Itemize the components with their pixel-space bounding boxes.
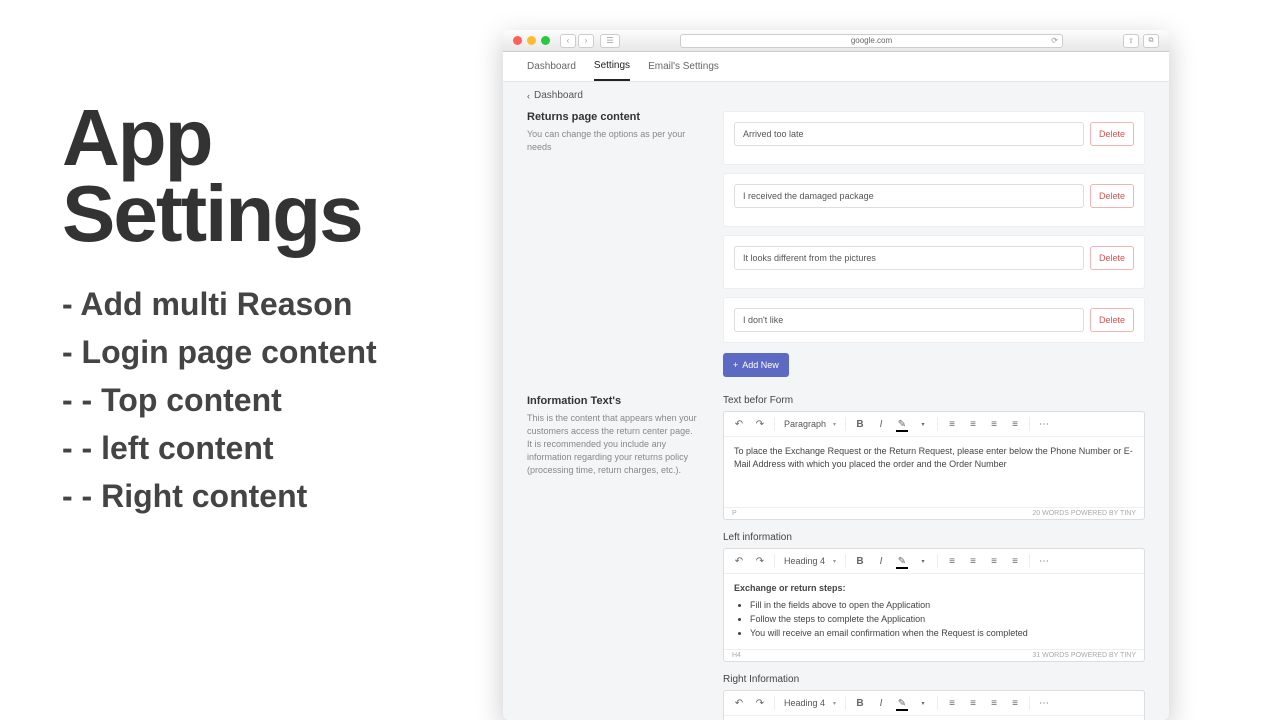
align-left-icon[interactable]: ≡ (943, 552, 961, 570)
chevron-down-icon[interactable]: ▾ (914, 415, 932, 433)
page-title: App Settings (62, 100, 482, 252)
undo-icon[interactable]: ↶ (730, 694, 748, 712)
back-button[interactable]: ‹ (560, 34, 576, 48)
rich-text-editor-right: ↶ ↷ Heading 4▾ B I ✎ ▾ ≡ ≡ ≡ (723, 690, 1145, 720)
bold-icon[interactable]: B (851, 694, 869, 712)
delete-button[interactable]: Delete (1090, 184, 1134, 208)
align-center-icon[interactable]: ≡ (964, 415, 982, 433)
tabs-bar: Dashboard Settings Email's Settings (503, 52, 1169, 82)
italic-icon[interactable]: I (872, 415, 890, 433)
more-icon[interactable]: ⋯ (1035, 552, 1053, 570)
align-left-icon[interactable]: ≡ (943, 694, 961, 712)
align-center-icon[interactable]: ≡ (964, 694, 982, 712)
rich-text-editor-left: ↶ ↷ Heading 4▾ B I ✎ ▾ ≡ ≡ ≡ (723, 548, 1145, 662)
align-justify-icon[interactable]: ≡ (1006, 552, 1024, 570)
italic-icon[interactable]: I (872, 694, 890, 712)
reason-input[interactable] (734, 308, 1084, 332)
bold-icon[interactable]: B (851, 552, 869, 570)
feature-item: - - left content (62, 424, 482, 472)
editor-content[interactable]: Is there a cost for exchange or return? … (724, 716, 1144, 720)
chevron-down-icon[interactable]: ▾ (914, 552, 932, 570)
breadcrumb[interactable]: ‹ Dashboard (503, 82, 1169, 109)
feature-item: - - Top content (62, 376, 482, 424)
align-right-icon[interactable]: ≡ (985, 415, 1003, 433)
plus-icon: + (733, 360, 738, 370)
feature-item: - - Right content (62, 472, 482, 520)
reason-input[interactable] (734, 122, 1084, 146)
bold-icon[interactable]: B (851, 415, 869, 433)
delete-button[interactable]: Delete (1090, 308, 1134, 332)
refresh-icon[interactable]: ⟳ (1051, 36, 1058, 45)
editor-content[interactable]: Exchange or return steps: Fill in the fi… (724, 574, 1144, 649)
share-icon[interactable]: ⇧ (1123, 34, 1139, 48)
delete-button[interactable]: Delete (1090, 246, 1134, 270)
undo-icon[interactable]: ↶ (730, 552, 748, 570)
feature-item: - Add multi Reason (62, 280, 482, 328)
section-title-returns: Returns page content (527, 111, 697, 123)
text-color-icon[interactable]: ✎ (893, 552, 911, 570)
url-bar[interactable]: google.com ⟳ (680, 34, 1063, 48)
rich-text-editor-top: ↶ ↷ Paragraph▾ B I ✎ ▾ ≡ ≡ ≡ (723, 411, 1145, 520)
more-icon[interactable]: ⋯ (1035, 415, 1053, 433)
editor-label-top: Text befor Form (723, 395, 1145, 406)
redo-icon[interactable]: ↷ (751, 694, 769, 712)
tabs-icon[interactable]: ⧉ (1143, 34, 1159, 48)
chevron-down-icon[interactable]: ▾ (914, 694, 932, 712)
minimize-icon[interactable] (527, 36, 536, 45)
feature-list: - Add multi Reason - Login page content … (62, 280, 482, 520)
italic-icon[interactable]: I (872, 552, 890, 570)
delete-button[interactable]: Delete (1090, 122, 1134, 146)
align-justify-icon[interactable]: ≡ (1006, 694, 1024, 712)
format-select[interactable]: Heading 4▾ (780, 696, 840, 710)
align-right-icon[interactable]: ≡ (985, 552, 1003, 570)
more-icon[interactable]: ⋯ (1035, 694, 1053, 712)
add-new-button[interactable]: + Add New (723, 353, 789, 377)
tab-emails-settings[interactable]: Email's Settings (648, 53, 719, 80)
section-desc-info: This is the content that appears when yo… (527, 412, 697, 477)
editor-label-right: Right Information (723, 674, 1145, 685)
editor-label-left: Left information (723, 532, 1145, 543)
format-select[interactable]: Paragraph▾ (780, 417, 840, 431)
redo-icon[interactable]: ↷ (751, 415, 769, 433)
forward-button[interactable]: › (578, 34, 594, 48)
editor-content[interactable]: To place the Exchange Request or the Ret… (724, 437, 1144, 507)
traffic-lights (513, 36, 550, 45)
browser-chrome: ‹ › ☰ google.com ⟳ ⇧ ⧉ (503, 30, 1169, 52)
chevron-left-icon: ‹ (527, 91, 530, 101)
browser-window: ‹ › ☰ google.com ⟳ ⇧ ⧉ Dashboard Setting… (503, 30, 1169, 720)
tab-dashboard[interactable]: Dashboard (527, 53, 576, 80)
align-justify-icon[interactable]: ≡ (1006, 415, 1024, 433)
text-color-icon[interactable]: ✎ (893, 694, 911, 712)
redo-icon[interactable]: ↷ (751, 552, 769, 570)
undo-icon[interactable]: ↶ (730, 415, 748, 433)
text-color-icon[interactable]: ✎ (893, 415, 911, 433)
maximize-icon[interactable] (541, 36, 550, 45)
tab-settings[interactable]: Settings (594, 52, 630, 81)
feature-item: - Login page content (62, 328, 482, 376)
align-center-icon[interactable]: ≡ (964, 552, 982, 570)
reason-input[interactable] (734, 184, 1084, 208)
reason-input[interactable] (734, 246, 1084, 270)
section-desc-returns: You can change the options as per your n… (527, 128, 697, 154)
align-right-icon[interactable]: ≡ (985, 694, 1003, 712)
align-left-icon[interactable]: ≡ (943, 415, 961, 433)
close-icon[interactable] (513, 36, 522, 45)
sidebar-toggle[interactable]: ☰ (600, 34, 620, 48)
status-words: 20 WORDS POWERED BY TINY (1032, 510, 1136, 517)
section-title-info: Information Text's (527, 395, 697, 407)
status-path: H4 (732, 652, 741, 659)
status-words: 31 WORDS POWERED BY TINY (1032, 652, 1136, 659)
status-path: P (732, 510, 737, 517)
format-select[interactable]: Heading 4▾ (780, 554, 840, 568)
